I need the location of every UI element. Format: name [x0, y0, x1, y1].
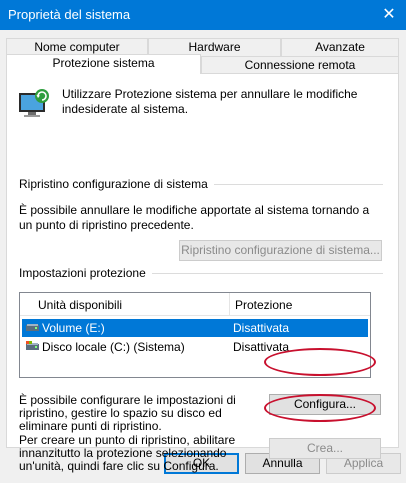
intro-text: Utilizzare Protezione sistema per annull… [62, 87, 358, 116]
title-bar: Proprietà del sistema ✕ [0, 0, 406, 30]
drive-status: Disattivata [233, 321, 290, 335]
configure-button[interactable]: Configura... [269, 394, 381, 415]
configure-description: È possibile configurare le impostazioni … [19, 393, 236, 433]
drive-row-disco-locale-c[interactable]: Disco locale (C:) (Sistema) Disattivata [22, 338, 368, 356]
column-header-protection[interactable]: Protezione [235, 298, 292, 312]
tab-label: Nome computer [34, 40, 120, 54]
create-description: Per creare un punto di ripristino, abili… [19, 433, 236, 473]
drive-icon [26, 324, 39, 331]
drive-status: Disattivata [233, 340, 290, 354]
tab-connessione-remota[interactable]: Connessione remota [201, 56, 399, 74]
create-button[interactable]: Crea... [269, 438, 381, 459]
restore-group-title: Ripristino configurazione di sistema [19, 177, 214, 191]
tab-avanzate[interactable]: Avanzate [281, 38, 399, 56]
column-header-drives[interactable]: Unità disponibili [38, 298, 122, 312]
window-title: Proprietà del sistema [8, 7, 131, 22]
restore-description: È possibile annullare le modifiche appor… [19, 203, 370, 232]
drive-name: Disco locale (C:) (Sistema) [42, 340, 185, 354]
column-separator[interactable] [229, 293, 230, 315]
drive-list[interactable]: Unità disponibili Protezione Volume (E:)… [19, 292, 371, 378]
tab-label: Avanzate [315, 40, 365, 54]
system-restore-button[interactable]: Ripristino configurazione di sistema... [179, 240, 382, 261]
drive-row-volume-e[interactable]: Volume (E:) Disattivata [22, 319, 368, 337]
drive-name: Volume (E:) [42, 321, 105, 335]
tab-label: Connessione remota [244, 58, 356, 72]
tab-panel-protezione-sistema: Utilizzare Protezione sistema per annull… [6, 73, 399, 473]
protection-group-title: Impostazioni protezione [19, 266, 152, 280]
system-drive-icon [26, 341, 39, 350]
system-protection-icon [19, 89, 49, 117]
drive-list-header: Unità disponibili Protezione [20, 293, 370, 316]
tab-protezione-sistema[interactable]: Protezione sistema [6, 54, 201, 74]
tab-label: Hardware [188, 40, 241, 54]
tab-label: Protezione sistema [52, 56, 155, 70]
dialog-client-area: Nome computer Hardware Avanzate Protezio… [0, 30, 406, 483]
close-icon[interactable]: ✕ [372, 0, 406, 30]
